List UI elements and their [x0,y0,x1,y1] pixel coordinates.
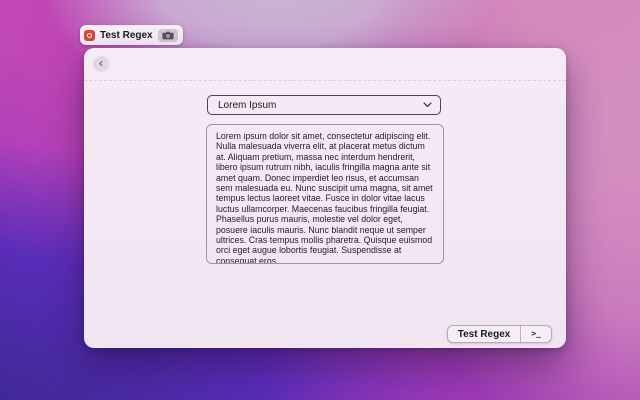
chevron-left-icon: ‹ [99,57,103,69]
preset-dropdown[interactable]: Lorem Ipsum [207,95,441,115]
footer-button-group: Test Regex >_ [447,325,552,343]
camera-icon [162,31,174,40]
preset-dropdown-value: Lorem Ipsum [218,100,423,111]
window-header: ‹ [84,48,566,81]
chevron-down-icon [423,102,432,108]
window-tab[interactable]: Test Regex [80,25,183,45]
app-window: ‹ Lorem Ipsum Lorem ipsum dolor sit amet… [84,48,566,348]
sample-text-input[interactable]: Lorem ipsum dolor sit amet, consectetur … [206,124,444,264]
camera-badge-button[interactable] [158,29,178,42]
back-button[interactable]: ‹ [93,56,109,72]
terminal-icon: >_ [531,329,541,338]
record-icon [84,30,95,41]
tab-label: Test Regex [100,30,153,41]
terminal-button[interactable]: >_ [520,326,551,342]
test-regex-button[interactable]: Test Regex [448,326,521,342]
